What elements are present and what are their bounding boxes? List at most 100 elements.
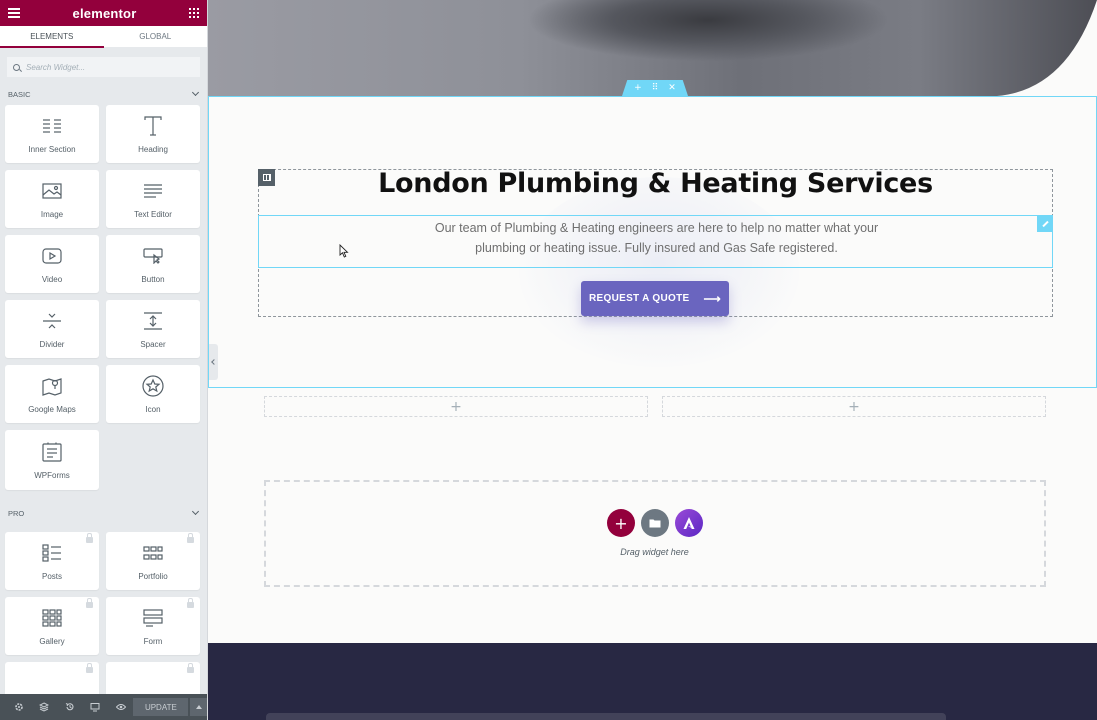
widget-label: Posts [41,571,62,581]
widget-label: Gallery [39,636,65,646]
widget-video[interactable]: Video [5,235,99,293]
preview-button[interactable] [108,694,133,720]
star-icon [142,374,164,397]
map-icon [41,375,63,397]
wpforms-icon [41,441,63,463]
widget-image[interactable]: Image [5,170,99,228]
history-icon [65,703,74,711]
chevron-up-icon [196,705,203,709]
add-widget-plus-icon: + [848,398,860,415]
arrow-right-icon: ⟶ [703,291,721,306]
basic-widgets: Inner Section Heading Image Text Editor … [0,105,207,490]
widget-label: Video [41,274,63,284]
widget-spacer[interactable]: Spacer [106,300,200,358]
description-text: Our team of Plumbing & Heating engineers… [434,221,879,255]
widget-label: Heading [138,144,168,154]
widget-portfolio[interactable]: Portfolio [106,532,200,590]
elementor-logo: elementor [72,5,137,21]
widget-button[interactable]: Button [106,235,200,293]
chevron-down-icon [191,507,200,516]
divider-icon [41,310,63,332]
widget-heading[interactable]: Heading [106,105,200,163]
widget-wpforms[interactable]: WPForms [5,430,99,490]
video-icon [41,245,63,267]
footer-text-partial [266,713,946,720]
widgets-grid-icon[interactable] [189,8,199,18]
lock-icon [86,663,93,673]
mouse-cursor-icon [339,244,349,258]
widget-gallery[interactable]: Gallery [5,597,99,655]
drag-section-icon[interactable]: ⠿ [652,83,659,93]
widget-label: Image [40,209,64,219]
astra-templates-button[interactable] [675,509,703,537]
widget-icon[interactable]: Icon [106,365,200,423]
tab-elements[interactable]: ELEMENTS [0,26,104,48]
navigator-button[interactable] [31,694,56,720]
widget-label: Icon [145,404,161,414]
settings-button[interactable] [6,694,31,720]
folder-icon [649,519,661,528]
menu-icon[interactable] [8,8,20,18]
widget-label: Form [143,636,163,646]
elementor-panel: elementor ELEMENTS GLOBAL BASIC Inner Se… [0,0,208,720]
section-toolbar: + ⠿ ✕ [622,80,688,96]
text-editor-widget[interactable]: Our team of Plumbing & Heating engineers… [258,215,1053,268]
lock-icon [187,598,194,608]
history-button[interactable] [57,694,82,720]
add-section-icon[interactable]: + [634,83,642,93]
spacer-icon [142,310,164,332]
search-icon [13,63,20,71]
search-input[interactable] [26,62,196,72]
pencil-icon [1041,220,1049,228]
widget-posts[interactable]: Posts [5,532,99,590]
inner-section-icon [41,115,63,137]
request-quote-button[interactable]: REQUEST A QUOTE ⟶ [581,281,729,316]
widget-google-maps[interactable]: Google Maps [5,365,99,423]
widget-label: Text Editor [134,209,172,219]
tab-global[interactable]: GLOBAL [103,26,207,48]
category-title: BASIC [8,89,31,99]
desktop-icon [90,703,100,712]
astra-logo-icon [683,517,695,529]
lock-icon [86,533,93,543]
chevron-down-icon [191,88,200,97]
gear-icon [14,703,23,711]
save-options-button[interactable] [190,698,207,716]
widget-form[interactable]: Form [106,597,200,655]
widget-label: Divider [39,339,65,349]
image-icon [41,180,63,202]
widget-label: Button [141,274,165,284]
delete-section-icon[interactable]: ✕ [668,83,676,93]
widget-text-editor[interactable]: Text Editor [106,170,200,228]
layers-icon [39,702,50,712]
page-heading[interactable]: London Plumbing & Heating Services [258,168,1053,199]
form-icon [142,607,164,629]
add-template-button[interactable] [641,509,669,537]
add-new-section-button[interactable]: + [607,509,635,537]
widget-inner-section[interactable]: Inner Section [5,105,99,163]
lock-icon [187,663,194,673]
responsive-button[interactable] [82,694,107,720]
empty-column-right[interactable]: + [662,396,1046,417]
panel-header: elementor [0,0,207,26]
edit-widget-button[interactable] [1037,216,1053,232]
widget-label: WPForms [34,470,70,480]
empty-column-left[interactable]: + [264,396,648,417]
widget-divider[interactable]: Divider [5,300,99,358]
posts-icon [41,542,63,564]
category-basic-header[interactable]: BASIC [0,84,207,104]
hero-curve-shape [997,0,1097,96]
widget-label: Portfolio [138,571,168,581]
drag-widget-hint: Drag widget here [620,547,689,557]
update-button[interactable]: UPDATE [133,698,189,716]
eye-icon [115,704,126,710]
add-section-buttons: + [607,509,703,537]
category-pro-header[interactable]: PRO [0,503,207,523]
text-editor-icon [142,180,164,202]
gallery-icon [41,607,63,629]
footer-section [208,643,1097,720]
category-title: PRO [8,508,25,518]
widget-label: Spacer [140,339,166,349]
add-widget-plus-icon: + [450,398,462,415]
button-icon [142,245,164,267]
